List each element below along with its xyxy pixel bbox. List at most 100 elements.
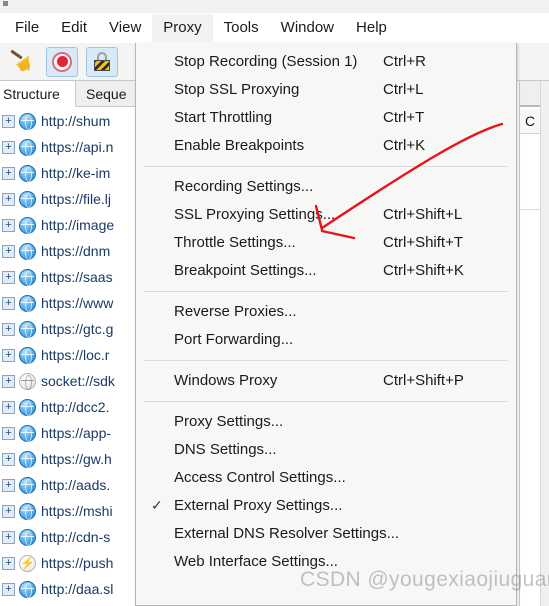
menu-item-label: Access Control Settings... [174, 469, 346, 486]
menu-item-stop-ssl-proxying[interactable]: Stop SSL Proxying Ctrl+L [136, 76, 516, 104]
lock-icon [93, 52, 111, 71]
host-url-label: https://file.lj [41, 191, 112, 207]
menu-item-breakpoint-settings[interactable]: Breakpoint Settings... Ctrl+Shift+K [136, 257, 516, 285]
host-tree-row[interactable]: +https://c-hz [0, 602, 140, 606]
globe-icon [19, 528, 36, 546]
host-tree-row[interactable]: + https://gw.h [0, 446, 140, 472]
expand-toggle-icon[interactable]: + [2, 270, 15, 284]
expand-toggle-icon[interactable]: + [2, 140, 15, 154]
host-tree-row[interactable]: + http://aads. [0, 472, 140, 498]
host-tree-row[interactable]: + socket://sdk [0, 368, 140, 394]
clear-session-button[interactable] [6, 47, 38, 77]
menu-item-enable-breakpoints[interactable]: Enable Breakpoints Ctrl+K [136, 132, 516, 160]
globe-icon [19, 242, 36, 260]
menubar-item-view[interactable]: View [98, 14, 152, 42]
broom-icon [9, 49, 37, 75]
host-url-label: https://mshi [41, 503, 113, 519]
globe-icon [19, 216, 36, 234]
host-url-label: http://dcc2. [41, 399, 110, 415]
charles-proxy-window: File Edit View Proxy Tools Window Help Structu… [0, 0, 549, 606]
proxy-dropdown-menu[interactable]: Stop Recording (Session 1) Ctrl+R Stop SSL… [135, 43, 517, 606]
menu-item-start-throttling[interactable]: Start Throttling Ctrl+T [136, 104, 516, 132]
expand-toggle-icon[interactable]: + [2, 322, 15, 336]
expand-toggle-icon[interactable]: + [2, 452, 15, 466]
menu-item-dns-settings[interactable]: DNS Settings... [136, 436, 516, 464]
menubar-item-help[interactable]: Help [345, 14, 398, 42]
menubar-item-tools[interactable]: Tools [213, 14, 270, 42]
socket-icon [19, 372, 36, 390]
host-tree-row[interactable]: + http://ke-im [0, 160, 140, 186]
host-tree-row[interactable]: + https://app- [0, 420, 140, 446]
host-tree-row[interactable]: + https://dnm [0, 238, 140, 264]
record-toggle-button[interactable] [46, 46, 78, 77]
watermark-text: CSDN @yougexiaojiuguard [300, 568, 549, 591]
host-url-label: https://loc.r [41, 347, 110, 363]
globe-icon [19, 580, 36, 598]
host-tree-row[interactable]: + https://www [0, 290, 140, 316]
host-url-label: http://image [41, 217, 115, 233]
menu-item-label: SSL Proxying Settings... [174, 206, 336, 223]
host-tree-row[interactable]: + http://daa.sl [0, 576, 140, 602]
host-url-label: http://daa.sl [41, 581, 114, 597]
host-url-label: https://gw.h [41, 451, 112, 467]
menu-item-stop-recording-session-1[interactable]: Stop Recording (Session 1) Ctrl+R [136, 48, 516, 76]
ssl-proxying-toggle-button[interactable] [86, 46, 118, 77]
host-tree-row[interactable]: + http://shum [0, 108, 140, 134]
menu-item-external-proxy-settings[interactable]: ✓ External Proxy Settings... [136, 492, 516, 520]
expand-toggle-icon[interactable]: + [2, 374, 15, 388]
host-tree-row[interactable]: + https://api.n [0, 134, 140, 160]
menu-item-label: Windows Proxy [174, 372, 278, 389]
menu-item-reverse-proxies[interactable]: Reverse Proxies... [136, 298, 516, 326]
host-tree-row[interactable]: + https://file.lj [0, 186, 140, 212]
globe-icon [19, 476, 36, 494]
expand-toggle-icon[interactable]: + [2, 296, 15, 310]
globe-icon [19, 450, 36, 468]
expand-toggle-icon[interactable]: + [2, 504, 15, 518]
right-panel-scrollbar[interactable] [540, 81, 549, 606]
host-tree-row[interactable]: + https://gtc.g [0, 316, 140, 342]
menu-item-ssl-proxying-settings[interactable]: SSL Proxying Settings... Ctrl+Shift+L [136, 201, 516, 229]
expand-toggle-icon[interactable]: + [2, 114, 15, 128]
host-tree-row[interactable]: + http://image [0, 212, 140, 238]
menu-item-windows-proxy[interactable]: Windows Proxy Ctrl+Shift+P [136, 367, 516, 395]
expand-toggle-icon[interactable]: + [2, 530, 15, 544]
tab-sequence-label: Seque [86, 86, 127, 102]
menu-item-external-dns-resolver-settings[interactable]: External DNS Resolver Settings... [136, 520, 516, 548]
expand-toggle-icon[interactable]: + [2, 348, 15, 362]
host-tree-row[interactable]: + https://saas [0, 264, 140, 290]
host-url-label: https://app- [41, 425, 112, 441]
menu-item-label: Enable Breakpoints [174, 137, 305, 154]
record-icon [52, 51, 72, 72]
menubar-item-window[interactable]: Window [270, 14, 345, 42]
tab-sequence[interactable]: Seque [80, 81, 140, 107]
menubar-item-edit[interactable]: Edit [50, 14, 98, 42]
menubar-item-proxy[interactable]: Proxy [152, 14, 213, 42]
menu-item-port-forwarding[interactable]: Port Forwarding... [136, 326, 516, 354]
host-tree-list[interactable]: + http://shum + https://api.n + http://ke-im +… [0, 108, 140, 606]
expand-toggle-icon[interactable]: + [2, 192, 15, 206]
expand-toggle-icon[interactable]: + [2, 400, 15, 414]
expand-toggle-icon[interactable]: + [2, 244, 15, 258]
expand-toggle-icon[interactable]: + [2, 166, 15, 180]
globe-icon [19, 502, 36, 520]
tab-structure[interactable]: Structure [0, 81, 76, 107]
host-tree-row[interactable]: + http://dcc2. [0, 394, 140, 420]
expand-toggle-icon[interactable]: + [2, 478, 15, 492]
host-tree-row[interactable]: + https://mshi [0, 498, 140, 524]
menu-item-throttle-settings[interactable]: Throttle Settings... Ctrl+Shift+T [136, 229, 516, 257]
menubar-item-file[interactable]: File [4, 14, 50, 42]
host-url-label: http://aads. [41, 477, 111, 493]
expand-toggle-icon[interactable]: + [2, 426, 15, 440]
menu-item-label: DNS Settings... [174, 441, 277, 458]
menu-item-recording-settings[interactable]: Recording Settings... [136, 173, 516, 201]
host-tree-row[interactable]: + http://cdn-s [0, 524, 140, 550]
menu-item-proxy-settings[interactable]: Proxy Settings... [136, 408, 516, 436]
host-tree-row[interactable]: + https://loc.r [0, 342, 140, 368]
host-tree-row[interactable]: + https://push [0, 550, 140, 576]
bolt-icon [19, 554, 36, 572]
expand-toggle-icon[interactable]: + [2, 556, 15, 570]
menu-item-access-control-settings[interactable]: Access Control Settings... [136, 464, 516, 492]
expand-toggle-icon[interactable]: + [2, 218, 15, 232]
expand-toggle-icon[interactable]: + [2, 582, 15, 596]
right-panel: C [519, 81, 549, 606]
